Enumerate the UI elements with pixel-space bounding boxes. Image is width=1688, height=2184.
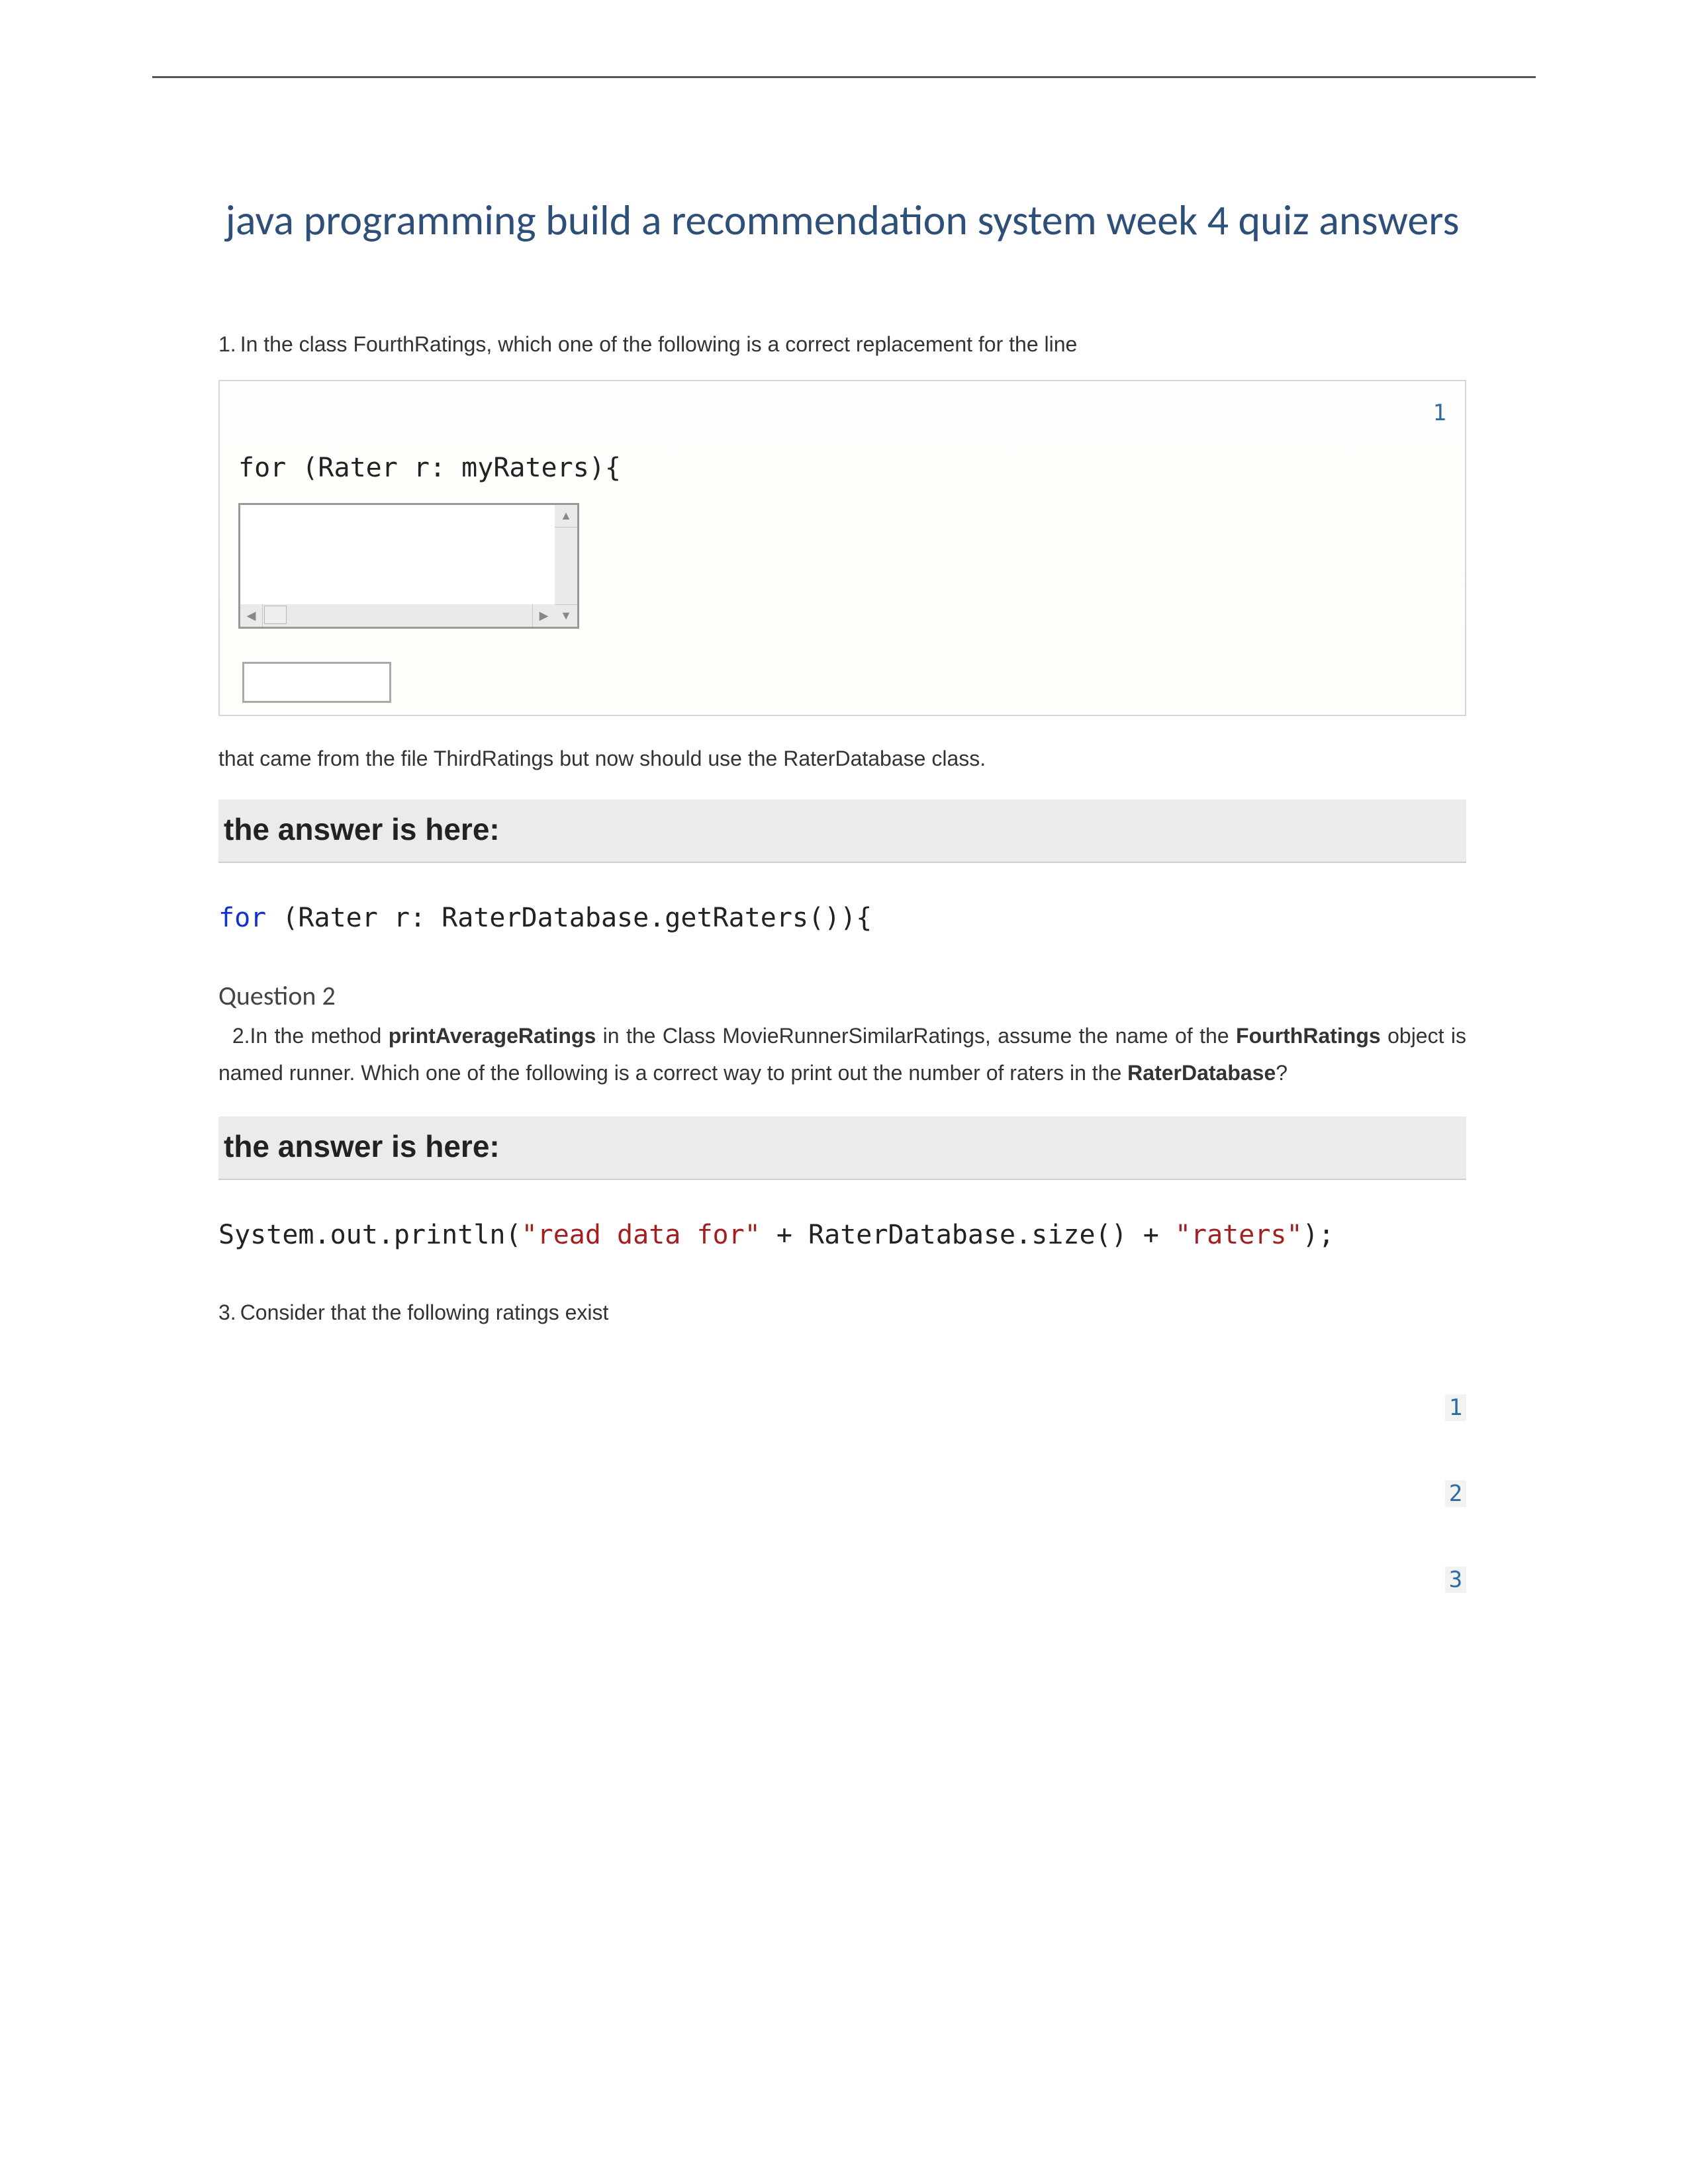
question-1-body: In the class FourthRatings, which one of… — [240, 332, 1078, 356]
a2-str2: "raters" — [1175, 1220, 1303, 1250]
a2-pre: System.out.println( — [218, 1220, 522, 1250]
question-2-text: 2.In the method printAverageRatings in t… — [218, 1017, 1466, 1091]
line-number-3: 3 — [1445, 1567, 1466, 1593]
q2-b3: RaterDatabase — [1127, 1061, 1276, 1085]
answer-heading-1-label: the answer is here: — [224, 811, 1461, 847]
q2-b1: printAverageRatings — [389, 1024, 596, 1048]
question-2-heading: Question 2 — [218, 979, 1466, 1012]
embedded-scroll-widget: ▲ ▼ ◀ ▶ — [238, 503, 579, 629]
top-horizontal-rule — [152, 76, 1536, 78]
vertical-scrollbar[interactable]: ▲ ▼ — [555, 505, 577, 627]
document-content: java programming build a recommendation … — [218, 192, 1466, 1639]
a2-str1: "read data for" — [522, 1220, 761, 1250]
question-3-body: Consider that the following ratings exis… — [240, 1300, 609, 1324]
line-number-column: 1 2 3 — [1445, 1394, 1466, 1653]
line-number-1: 1 — [1445, 1394, 1466, 1421]
answer-2-code: System.out.println("read data for" + Rat… — [218, 1220, 1466, 1250]
page-title: java programming build a recommendation … — [218, 192, 1466, 249]
a2-post: ); — [1303, 1220, 1335, 1250]
scroll-down-icon[interactable]: ▼ — [555, 604, 577, 627]
question-1-suffix: that came from the file ThirdRatings but… — [218, 743, 1466, 774]
code-box-1-code: for (Rater r: myRaters){ — [238, 453, 1446, 483]
code-box-1: 1 for (Rater r: myRaters){ ▲ ▼ ◀ ▶ — [218, 380, 1466, 716]
answer-heading-1: the answer is here: — [218, 799, 1466, 863]
scroll-thumb[interactable] — [264, 606, 287, 624]
scroll-right-icon[interactable]: ▶ — [532, 604, 555, 627]
q2-b2: FourthRatings — [1236, 1024, 1381, 1048]
question-1-text: 1.In the class FourthRatings, which one … — [218, 328, 1466, 360]
answer-1-code: for (Rater r: RaterDatabase.getRaters())… — [218, 903, 1466, 933]
answer-heading-2-label: the answer is here: — [224, 1128, 1461, 1164]
code-box-1-linenum: 1 — [238, 400, 1446, 426]
scroll-left-icon[interactable]: ◀ — [240, 604, 263, 627]
q2-p4: ? — [1276, 1061, 1288, 1085]
question-3-number: 3. — [218, 1300, 236, 1324]
keyword-for: for — [218, 903, 266, 933]
answer-heading-2: the answer is here: — [218, 1116, 1466, 1180]
question-2-number: 2. — [232, 1024, 250, 1048]
small-input-box[interactable] — [242, 662, 391, 703]
a2-mid: + RaterDatabase.size() + — [761, 1220, 1175, 1250]
question-1-number: 1. — [218, 332, 236, 356]
answer-1-code-rest: (Rater r: RaterDatabase.getRaters()){ — [266, 903, 872, 933]
q2-p2: in the Class MovieRunnerSimilarRatings, … — [596, 1024, 1236, 1048]
question-3-text: 3.Consider that the following ratings ex… — [218, 1297, 1466, 1328]
scroll-up-icon[interactable]: ▲ — [555, 505, 577, 527]
horizontal-scrollbar[interactable]: ◀ ▶ — [240, 604, 555, 627]
q2-p1: In the method — [250, 1024, 389, 1048]
line-number-2: 2 — [1445, 1480, 1466, 1507]
